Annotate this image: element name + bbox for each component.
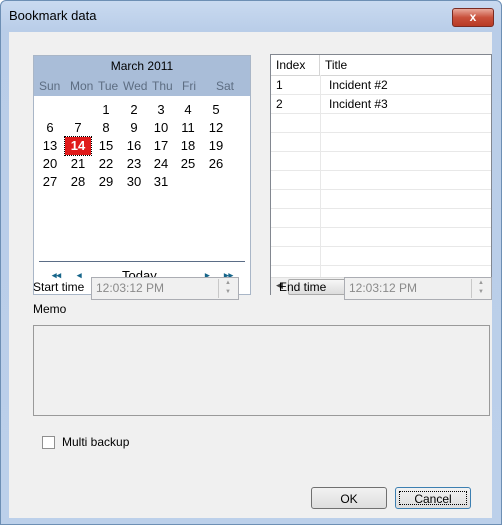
calendar-day[interactable]: 18 — [175, 137, 201, 155]
start-time-picker[interactable]: 12:03:12 PM ▲ ▼ — [91, 277, 239, 300]
ok-button[interactable]: OK — [311, 487, 387, 509]
spin-up-icon[interactable]: ▲ — [219, 279, 237, 288]
window-title: Bookmark data — [9, 8, 97, 23]
weekday-wed: Wed — [123, 79, 148, 93]
empty-row — [271, 133, 491, 152]
calendar-day[interactable]: 16 — [121, 137, 147, 155]
calendar-day[interactable]: 22 — [93, 155, 119, 173]
empty-row — [271, 171, 491, 190]
calendar-day[interactable]: 3 — [148, 101, 174, 119]
spin-up-icon[interactable]: ▲ — [472, 279, 490, 288]
calendar-day[interactable]: 26 — [203, 155, 229, 173]
calendar-day[interactable]: 24 — [148, 155, 174, 173]
list-row[interactable]: 1 Incident #2 — [271, 76, 491, 95]
ok-button-label: OK — [340, 492, 358, 506]
calendar-day[interactable]: 11 — [175, 119, 201, 137]
empty-row — [271, 114, 491, 133]
bookmark-dialog: Bookmark data x March 2011 Sun Mon Tue W… — [0, 0, 502, 525]
calendar-day[interactable]: 21 — [65, 155, 91, 173]
calendar-day[interactable]: 31 — [148, 173, 174, 191]
column-header-title[interactable]: Title — [320, 55, 491, 75]
empty-row — [271, 228, 491, 247]
weekday-fri: Fri — [182, 79, 196, 93]
calendar-day[interactable]: 7 — [65, 119, 91, 137]
calendar-day[interactable]: 23 — [121, 155, 147, 173]
calendar-day[interactable]: 28 — [65, 173, 91, 191]
calendar-day[interactable]: 8 — [93, 119, 119, 137]
multi-backup-label[interactable]: Multi backup — [62, 435, 129, 449]
calendar-month-label[interactable]: March 2011 — [34, 56, 250, 76]
weekday-thu: Thu — [152, 79, 173, 93]
close-button[interactable]: x — [452, 8, 494, 27]
list-row[interactable]: 2 Incident #3 — [271, 95, 491, 114]
empty-row — [271, 190, 491, 209]
calendar-day[interactable]: 19 — [203, 137, 229, 155]
calendar-day[interactable]: 5 — [203, 101, 229, 119]
calendar-day[interactable]: 9 — [121, 119, 147, 137]
calendar-day[interactable]: 25 — [175, 155, 201, 173]
spin-down-icon[interactable]: ▼ — [472, 288, 490, 297]
calendar-day-selected[interactable]: 14 — [64, 136, 92, 156]
calendar-day[interactable]: 30 — [121, 173, 147, 191]
multi-backup-checkbox[interactable] — [42, 436, 55, 449]
weekday-sun: Sun — [39, 79, 61, 93]
start-time-label: Start time — [33, 280, 85, 294]
calendar-weekday-row: Sun Mon Tue Wed Thu Fri Sat — [34, 76, 250, 96]
calendar-divider — [39, 261, 245, 262]
calendar-day[interactable]: 17 — [148, 137, 174, 155]
calendar-day[interactable]: 10 — [148, 119, 174, 137]
end-time-spinner[interactable]: ▲ ▼ — [471, 279, 490, 298]
list-header: Index Title — [271, 55, 491, 76]
calendar-day[interactable]: 29 — [93, 173, 119, 191]
end-time-picker[interactable]: 12:03:12 PM ▲ ▼ — [344, 277, 492, 300]
calendar-day[interactable]: 1 — [93, 101, 119, 119]
calendar-day[interactable]: 12 — [203, 119, 229, 137]
start-time-spinner[interactable]: ▲ ▼ — [218, 279, 237, 298]
row-index: 2 — [276, 97, 283, 111]
row-title: Incident #3 — [329, 97, 388, 111]
empty-row — [271, 209, 491, 228]
month-calendar[interactable]: March 2011 Sun Mon Tue Wed Thu Fri Sat 1… — [33, 55, 251, 295]
row-index: 1 — [276, 78, 283, 92]
empty-row — [271, 247, 491, 266]
end-time-value: 12:03:12 PM — [349, 281, 418, 295]
memo-label: Memo — [33, 302, 67, 316]
weekday-mon: Mon — [70, 79, 94, 93]
column-header-index[interactable]: Index — [271, 55, 320, 75]
end-time-label: End time — [279, 280, 327, 294]
calendar-day[interactable]: 13 — [37, 137, 63, 155]
cancel-button[interactable]: Cancel — [395, 487, 471, 509]
spin-down-icon[interactable]: ▼ — [219, 288, 237, 297]
calendar-day[interactable]: 20 — [37, 155, 63, 173]
calendar-day[interactable]: 27 — [37, 173, 63, 191]
calendar-day[interactable]: 2 — [121, 101, 147, 119]
dialog-body: March 2011 Sun Mon Tue Wed Thu Fri Sat 1… — [9, 32, 492, 518]
calendar-day[interactable]: 6 — [37, 119, 63, 137]
weekday-sat: Sat — [216, 79, 235, 93]
weekday-tue: Tue — [98, 79, 119, 93]
close-icon: x — [469, 10, 477, 24]
calendar-day[interactable]: 4 — [175, 101, 201, 119]
calendar-day[interactable]: 15 — [93, 137, 119, 155]
bookmark-list[interactable]: Index Title 1 Incident #2 2 Incident #3 … — [270, 54, 492, 295]
row-title: Incident #2 — [329, 78, 388, 92]
title-bar: Bookmark data x — [1, 1, 501, 31]
cancel-button-label: Cancel — [399, 491, 467, 506]
empty-row — [271, 152, 491, 171]
memo-textarea[interactable] — [33, 325, 490, 416]
start-time-value: 12:03:12 PM — [96, 281, 165, 295]
